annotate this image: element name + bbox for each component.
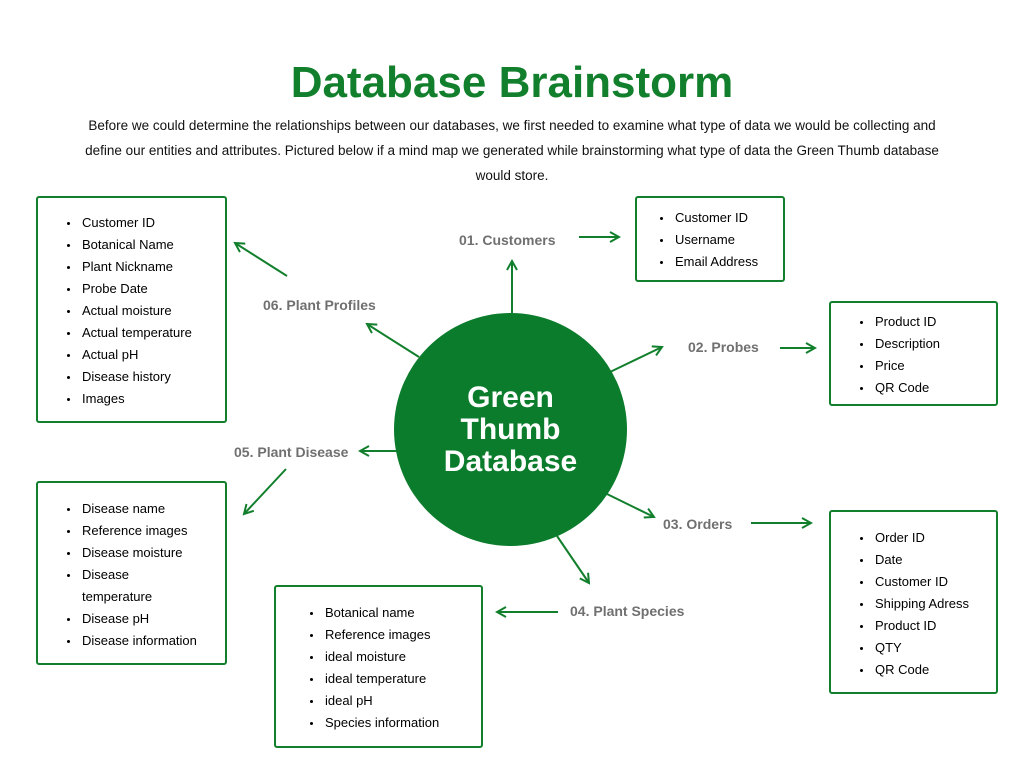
arrow-disease-to-box [244,468,287,514]
label-plant-disease: 05. Plant Disease [234,444,349,460]
list-item: QTY [873,637,996,659]
list-item: Reference images [323,624,481,646]
label-plant-profiles: 06. Plant Profiles [263,297,376,313]
list-item: Plant Nickname [80,256,225,278]
arrow-hub-to-orders [606,493,654,517]
hub-circle: Green Thumb Database [394,313,627,546]
box-orders: Order ID Date Customer ID Shipping Adres… [829,510,998,694]
list-item: Disease history [80,366,225,388]
label-plant-species: 04. Plant Species [570,603,685,619]
list-item: Shipping Adress [873,593,996,615]
arrow-hub-to-profiles [367,324,420,358]
list-item: Order ID [873,527,996,549]
list-item: Description [873,333,996,355]
arrow-profiles-to-box [235,243,288,277]
list-item: Actual pH [80,344,225,366]
list-item: Disease information [80,630,215,652]
list-item: Username [673,229,783,251]
list-item: Disease moisture [80,542,215,564]
list-item: Product ID [873,615,996,637]
list-item: Disease name [80,498,215,520]
box-plant-species: Botanical name Reference images ideal mo… [274,585,483,748]
arrow-hub-to-species [556,535,589,583]
list-item: Actual temperature [80,322,225,344]
box-plant-disease: Disease name Reference images Disease mo… [36,481,227,665]
list-item: Botanical name [323,602,481,624]
label-probes: 02. Probes [688,339,759,355]
list-item: Disease temperature [80,564,160,608]
list-item: ideal temperature [323,668,481,690]
list-item: Disease pH [80,608,215,630]
attribute-list-plant-profiles: Customer ID Botanical Name Plant Nicknam… [38,212,225,410]
list-item: Species information [323,712,481,734]
box-customers: Customer ID Username Email Address [635,196,785,282]
attribute-list-customers: Customer ID Username Email Address [637,207,783,273]
list-item: Customer ID [873,571,996,593]
label-orders: 03. Orders [663,516,733,532]
hub-label: Green Thumb Database [443,380,578,478]
arrow-hub-to-probes [609,347,662,373]
attribute-list-plant-species: Botanical name Reference images ideal mo… [276,602,481,734]
list-item: ideal moisture [323,646,481,668]
list-item: Customer ID [80,212,225,234]
list-item: Product ID [873,311,996,333]
list-item: QR Code [873,377,996,399]
box-plant-profiles: Customer ID Botanical Name Plant Nicknam… [36,196,227,423]
list-item: Botanical Name [80,234,225,256]
list-item: Images [80,388,225,410]
list-item: Reference images [80,520,215,542]
label-customers: 01. Customers [459,232,556,248]
list-item: Price [873,355,996,377]
list-item: QR Code [873,659,996,681]
attribute-list-probes: Product ID Description Price QR Code [831,311,996,399]
list-item: Customer ID [673,207,783,229]
list-item: Email Address [673,251,783,273]
list-item: Actual moisture [80,300,225,322]
attribute-list-orders: Order ID Date Customer ID Shipping Adres… [831,527,996,681]
list-item: Probe Date [80,278,225,300]
attribute-list-plant-disease: Disease name Reference images Disease mo… [38,498,225,652]
list-item: Date [873,549,996,571]
list-item: ideal pH [323,690,481,712]
box-probes: Product ID Description Price QR Code [829,301,998,406]
